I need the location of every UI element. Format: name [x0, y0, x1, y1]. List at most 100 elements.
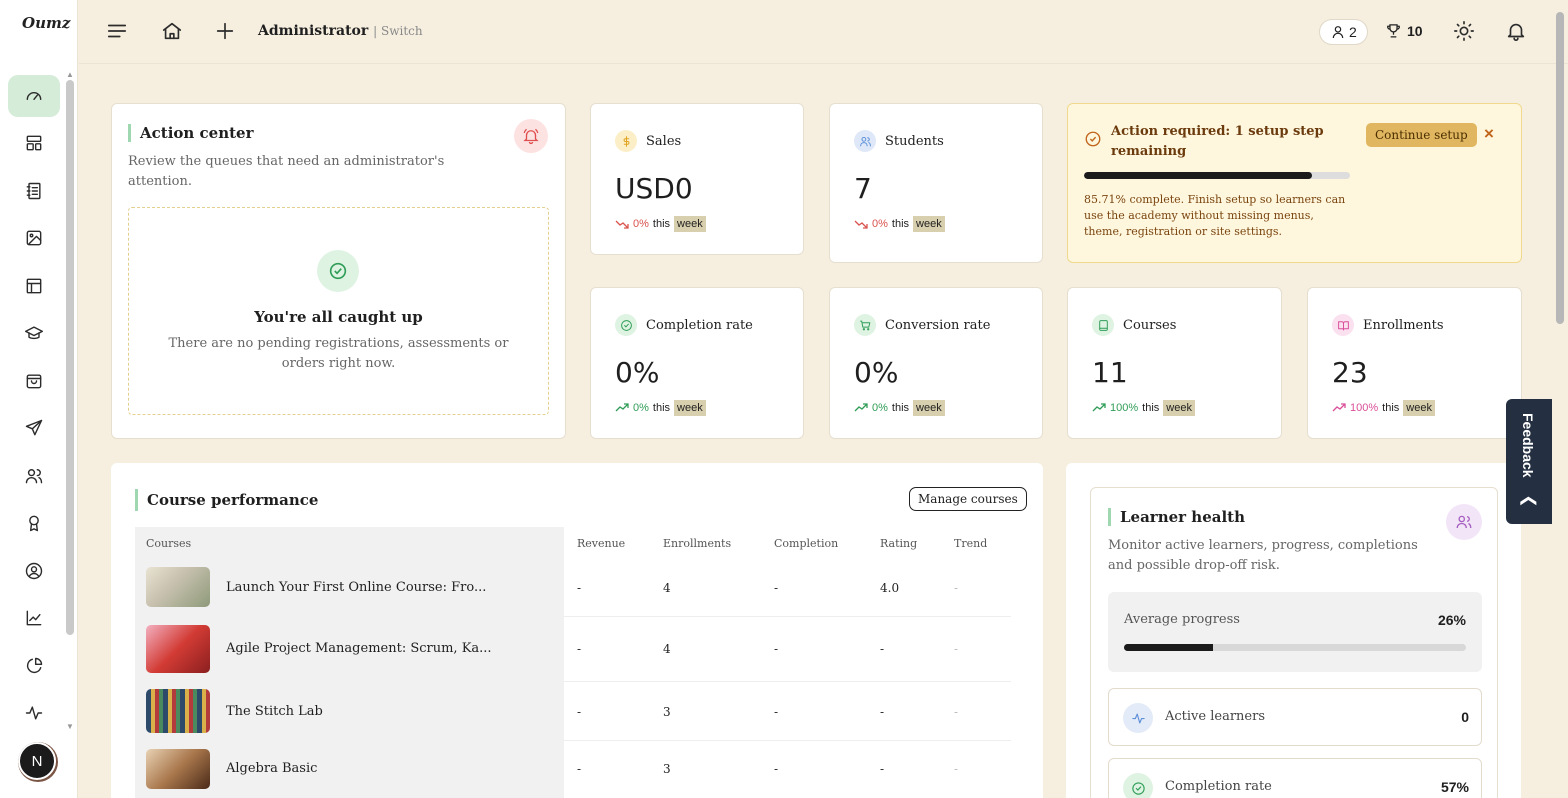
rating-cell: - — [880, 705, 885, 719]
scroll-down-arrow[interactable]: ▼ — [66, 722, 74, 731]
column-header-trend[interactable]: Trend — [954, 537, 987, 550]
students-card[interactable]: Students 7 0% this week — [829, 103, 1043, 263]
course-name[interactable]: Algebra Basic — [226, 761, 317, 776]
courses-week: week — [1163, 400, 1195, 416]
avatar[interactable]: N — [18, 742, 58, 782]
activity-icon — [1123, 703, 1153, 733]
feedback-tab[interactable]: Feedback ❯ — [1506, 399, 1552, 524]
manage-courses-button[interactable]: Manage courses — [909, 487, 1027, 511]
activity-icon[interactable] — [8, 692, 60, 734]
sidebar-scrollbar[interactable] — [66, 80, 74, 635]
trend-up-icon — [1092, 403, 1106, 412]
course-performance-title: Course performance — [135, 489, 318, 511]
plus-icon[interactable] — [214, 20, 238, 44]
completion-label: Completion rate — [646, 317, 753, 333]
completion-cell: - — [774, 762, 779, 776]
users-icon — [1446, 504, 1482, 540]
check-circle-icon — [1085, 131, 1101, 147]
column-header-courses[interactable]: Courses — [146, 537, 191, 550]
template-icon[interactable] — [8, 265, 60, 307]
app-logo[interactable]: Oumz — [22, 14, 70, 32]
students-label: Students — [885, 133, 944, 149]
active-learners-metric[interactable]: Active learners 0 — [1108, 688, 1482, 746]
notebook-icon[interactable] — [8, 170, 60, 212]
menu-icon[interactable] — [106, 20, 130, 44]
empty-state: You're all caught up There are no pendin… — [128, 207, 549, 415]
empty-state-title: You're all caught up — [254, 308, 423, 326]
table-row[interactable]: Launch Your First Online Course: Fro... … — [135, 559, 1011, 617]
bell-icon[interactable] — [1505, 20, 1529, 44]
users-icon[interactable] — [8, 455, 60, 497]
average-progress-bar — [1124, 644, 1466, 651]
students-this: this — [891, 218, 910, 230]
column-header-revenue[interactable]: Revenue — [577, 537, 625, 550]
completion-trend: 0% — [633, 402, 649, 414]
completion-rate-metric[interactable]: Completion rate 57% — [1108, 758, 1482, 798]
courses-card[interactable]: Courses 11 100% this week — [1067, 287, 1282, 439]
enrollments-card[interactable]: Enrollments 23 100% this week — [1307, 287, 1522, 439]
close-icon[interactable]: × — [1484, 124, 1494, 144]
column-header-rating[interactable]: Rating — [880, 537, 917, 550]
table-row[interactable]: The Stitch Lab - 3 - - - — [135, 682, 1011, 741]
book-icon — [1092, 314, 1114, 336]
enrollments-this: this — [1382, 402, 1400, 414]
courses-value: 11 — [1092, 356, 1128, 389]
trophy-icon — [1387, 24, 1400, 38]
courses-trend: 100% — [1110, 402, 1139, 414]
check-circle-icon — [317, 250, 359, 292]
course-thumbnail — [146, 689, 210, 733]
trend-cell: - — [954, 762, 959, 776]
page-scrollbar[interactable] — [1556, 12, 1564, 324]
user-icon — [1332, 26, 1344, 39]
sales-label: Sales — [646, 133, 682, 149]
image-icon[interactable] — [8, 217, 60, 259]
learner-health-description: Monitor active learners, progress, compl… — [1108, 538, 1418, 573]
sales-card[interactable]: Sales USD0 0% this week — [590, 103, 804, 255]
completion-value: 0% — [615, 356, 660, 389]
courses-this: this — [1142, 402, 1160, 414]
course-name[interactable]: The Stitch Lab — [226, 704, 323, 719]
pie-chart-icon[interactable] — [8, 645, 60, 687]
line-chart-icon[interactable] — [8, 597, 60, 639]
column-header-enrollments[interactable]: Enrollments — [663, 537, 731, 550]
top-bar: Administrator | Switch 2 10 — [79, 0, 1568, 64]
metric-value: 57% — [1440, 779, 1469, 795]
average-progress-label: Average progress — [1124, 612, 1240, 627]
shopping-bag-icon[interactable] — [8, 360, 60, 402]
theme-toggle-icon[interactable] — [1453, 20, 1477, 44]
setup-text: 85.71% complete. Finish setup so learner… — [1084, 193, 1346, 238]
table-row[interactable]: Algebra Basic - 3 - - - — [135, 741, 1011, 798]
metric-label: Completion rate — [1165, 779, 1272, 794]
course-performance-panel: Course performance Manage courses Course… — [111, 463, 1043, 798]
user-circle-icon[interactable] — [8, 550, 60, 592]
action-center-card: Action center Review the queues that nee… — [111, 103, 566, 439]
table-row[interactable]: Agile Project Management: Scrum, Ka... -… — [135, 617, 1011, 682]
trophy-count[interactable]: 10 — [1385, 22, 1423, 39]
award-icon[interactable] — [8, 502, 60, 544]
course-name[interactable]: Agile Project Management: Scrum, Ka... — [226, 641, 492, 656]
home-icon[interactable] — [161, 20, 185, 44]
graduation-cap-icon[interactable] — [8, 312, 60, 354]
learner-health-card: Learner health Monitor active learners, … — [1090, 487, 1498, 798]
trend-cell: - — [954, 581, 959, 595]
trend-down-icon — [615, 220, 629, 229]
completion-cell: - — [774, 581, 779, 595]
trend-up-icon — [615, 403, 629, 412]
completion-rate-card[interactable]: Completion rate 0% 0% this week — [590, 287, 804, 439]
switch-role-link[interactable]: | Switch — [373, 24, 422, 38]
scroll-up-arrow[interactable]: ▲ — [66, 70, 74, 79]
users-icon — [854, 130, 876, 152]
students-value: 7 — [854, 172, 872, 205]
conversion-rate-card[interactable]: Conversion rate 0% 0% this week — [829, 287, 1043, 439]
setup-alert: Action required: 1 setup step remaining … — [1067, 103, 1522, 263]
continue-setup-button[interactable]: Continue setup — [1366, 123, 1477, 147]
layout-icon[interactable] — [8, 122, 60, 164]
send-icon[interactable] — [8, 407, 60, 449]
students-week: week — [913, 216, 945, 232]
column-header-completion[interactable]: Completion — [774, 537, 838, 550]
avatar-initial: N — [18, 742, 56, 780]
role-title: Administrator | Switch — [258, 23, 423, 39]
users-count-pill[interactable]: 2 — [1319, 19, 1368, 45]
dashboard-icon[interactable] — [8, 75, 60, 117]
course-name[interactable]: Launch Your First Online Course: Fro... — [226, 580, 486, 595]
